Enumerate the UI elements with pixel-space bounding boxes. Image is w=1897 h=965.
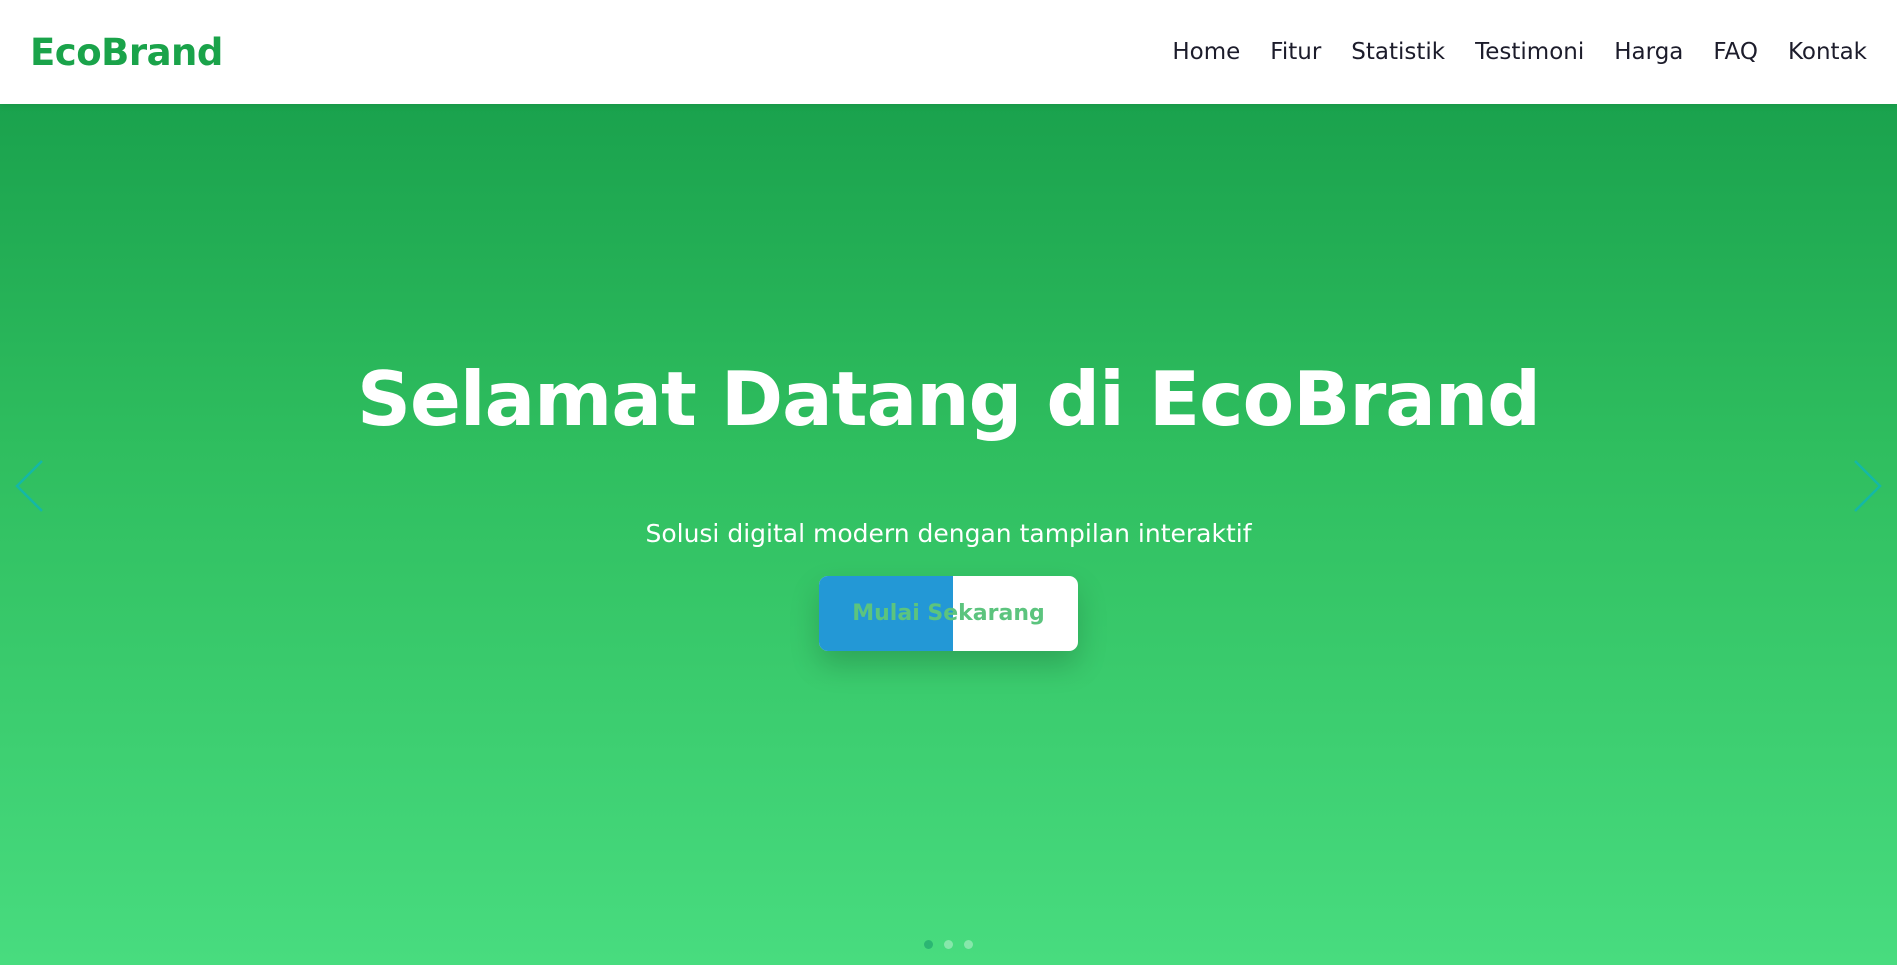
- hero-subtitle: Solusi digital modern dengan tampilan in…: [645, 519, 1252, 549]
- nav-links: Home Fitur Statistik Testimoni Harga FAQ…: [1142, 39, 1867, 65]
- carousel-dot[interactable]: [924, 940, 933, 949]
- nav-link-testimoni[interactable]: Testimoni: [1475, 39, 1584, 65]
- carousel-next-button[interactable]: [1845, 456, 1885, 516]
- nav-link-statistik[interactable]: Statistik: [1351, 39, 1445, 65]
- brand-logo[interactable]: EcoBrand: [30, 31, 223, 74]
- chevron-left-icon: [15, 460, 43, 512]
- nav-link-kontak[interactable]: Kontak: [1788, 39, 1867, 65]
- carousel-dot[interactable]: [944, 940, 953, 949]
- nav-link-faq[interactable]: FAQ: [1713, 39, 1758, 65]
- carousel-prev-button[interactable]: [12, 456, 52, 516]
- chevron-right-icon: [1854, 460, 1882, 512]
- nav-link-fitur[interactable]: Fitur: [1270, 39, 1321, 65]
- hero-title: Selamat Datang di EcoBrand: [356, 355, 1541, 443]
- carousel-indicators: [0, 940, 1897, 949]
- carousel-dot[interactable]: [964, 940, 973, 949]
- cta-label: Mulai Sekarang: [852, 601, 1045, 627]
- hero-carousel: Selamat Datang di EcoBrand Solusi digita…: [0, 104, 1897, 965]
- nav-link-home[interactable]: Home: [1172, 39, 1240, 65]
- navbar: EcoBrand Home Fitur Statistik Testimoni …: [0, 0, 1897, 104]
- nav-link-harga[interactable]: Harga: [1614, 39, 1683, 65]
- cta-button[interactable]: Mulai Sekarang: [819, 576, 1078, 652]
